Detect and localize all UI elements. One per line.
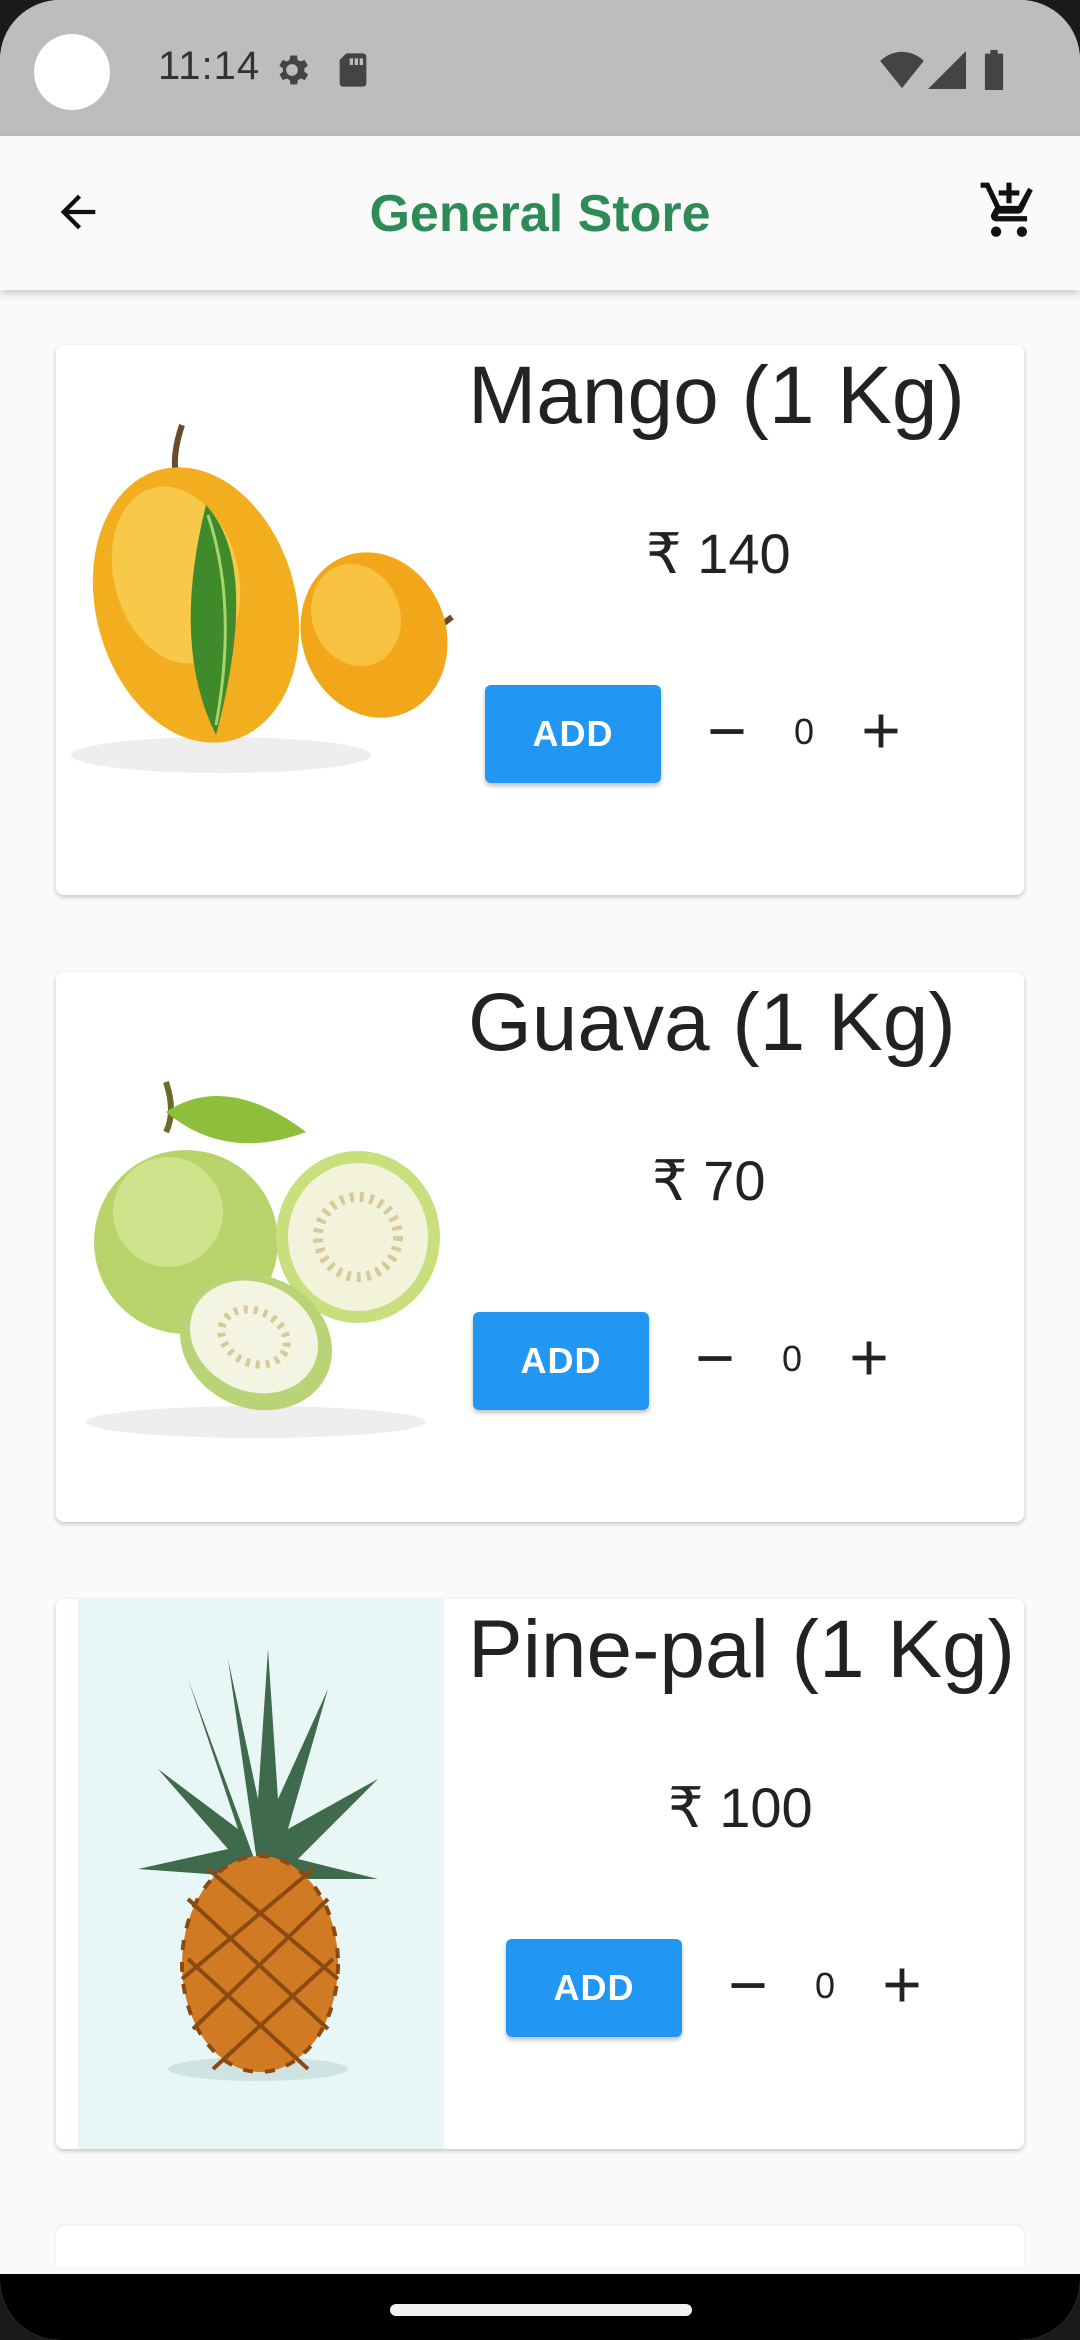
- product-price: ₹ 100: [668, 1776, 813, 1839]
- guava-image: [56, 972, 468, 1522]
- add-button[interactable]: ADD: [473, 1312, 649, 1410]
- decrease-button[interactable]: [692, 695, 762, 771]
- product-name: Guava (1 Kg): [468, 977, 956, 1068]
- signal-icon: [928, 50, 966, 95]
- increase-button[interactable]: [846, 695, 916, 771]
- add-button[interactable]: ADD: [485, 685, 661, 783]
- product-price: ₹ 140: [646, 522, 791, 585]
- product-card: Pine-pal (1 Kg) ₹ 100 ADD 0: [56, 1599, 1024, 2149]
- minus-icon: [705, 709, 749, 758]
- decrease-button[interactable]: [680, 1322, 750, 1398]
- quantity-value: 0: [814, 1965, 836, 2006]
- add-button[interactable]: ADD: [506, 1939, 682, 2037]
- product-card: Guava (1 Kg) ₹ 70 ADD 0: [56, 972, 1024, 1522]
- app-screen: 11:14 General Store Mango (1 Kg) ₹ 140 A…: [0, 0, 1080, 2340]
- status-bar: 11:14: [0, 0, 1080, 136]
- decrease-button[interactable]: [713, 1949, 783, 2025]
- wifi-icon: [880, 50, 924, 95]
- gear-icon: [272, 50, 312, 95]
- cart-button[interactable]: [968, 172, 1050, 254]
- status-time: 11:14: [158, 44, 261, 88]
- navigation-bar: [0, 2274, 1080, 2340]
- product-card-partial: [56, 2226, 1024, 2266]
- camera-cutout: [34, 34, 110, 110]
- quantity-value: 0: [781, 1338, 803, 1379]
- mango-image: [56, 345, 468, 895]
- product-name: Mango (1 Kg): [468, 350, 965, 441]
- plus-icon: [847, 1336, 891, 1385]
- battery-icon: [982, 50, 1006, 95]
- add-shopping-cart-icon: [978, 180, 1040, 247]
- minus-icon: [693, 1336, 737, 1385]
- plus-icon: [880, 1963, 924, 2012]
- page-title: General Store: [369, 185, 711, 243]
- minus-icon: [726, 1963, 770, 2012]
- app-bar: General Store: [0, 136, 1080, 290]
- product-name: Pine-pal (1 Kg): [468, 1604, 1015, 1695]
- quantity-value: 0: [793, 711, 815, 752]
- pineapple-image: [78, 1599, 444, 2149]
- plus-icon: [859, 709, 903, 758]
- increase-button[interactable]: [867, 1949, 937, 2025]
- product-price: ₹ 70: [652, 1149, 766, 1212]
- product-card: Mango (1 Kg) ₹ 140 ADD 0: [56, 345, 1024, 895]
- sd-card-icon: [336, 50, 370, 95]
- home-handle[interactable]: [390, 2304, 692, 2316]
- increase-button[interactable]: [834, 1322, 904, 1398]
